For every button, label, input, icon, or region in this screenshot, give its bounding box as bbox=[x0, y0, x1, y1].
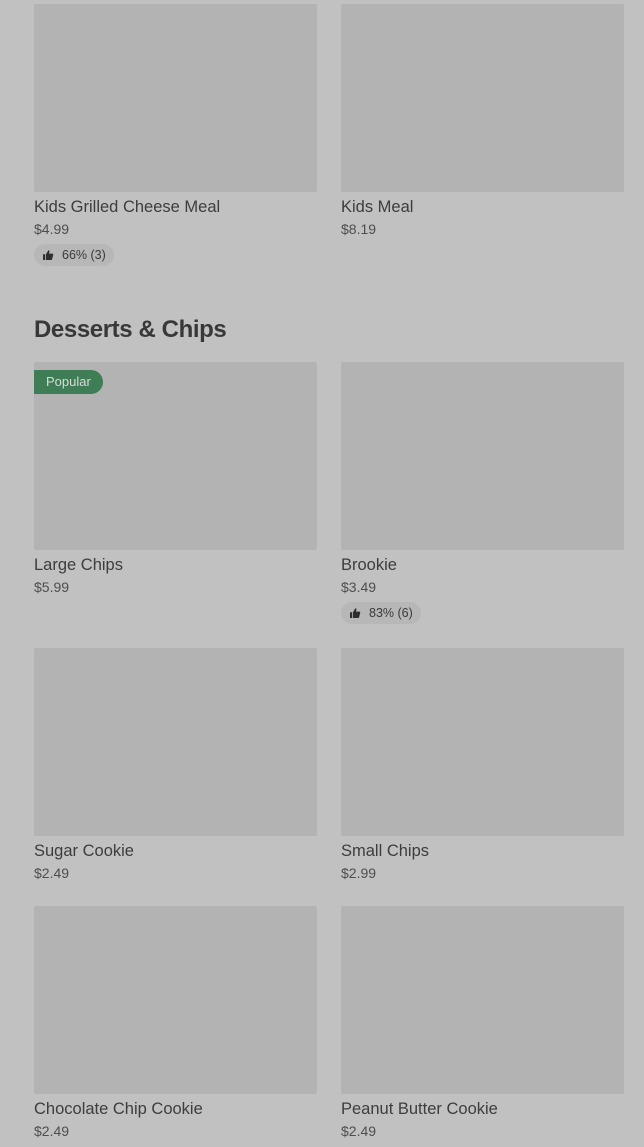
item-name: Kids Grilled Cheese Meal bbox=[34, 198, 221, 216]
rating-badge: 66% (3) bbox=[34, 244, 114, 266]
menu-item-sugar-cookie[interactable]: Sugar Cookie $2.49 bbox=[34, 648, 317, 882]
item-image bbox=[341, 648, 624, 836]
rating-text: 66% (3) bbox=[62, 248, 106, 262]
item-name: Sugar Cookie bbox=[34, 842, 134, 860]
menu-item-chocolate-chip-cookie[interactable]: Chocolate Chip Cookie $2.49 bbox=[34, 906, 317, 1140]
item-image bbox=[341, 4, 624, 192]
thumbs-up-icon bbox=[43, 250, 54, 260]
menu-item-kids-meal[interactable]: Kids Meal $8.19 bbox=[341, 4, 624, 238]
thumbs-up-icon bbox=[350, 608, 361, 618]
item-name: Brookie bbox=[341, 556, 397, 574]
item-price: $2.49 bbox=[34, 1123, 70, 1139]
item-image bbox=[341, 906, 624, 1094]
item-price: $3.49 bbox=[341, 579, 377, 595]
item-image bbox=[34, 906, 317, 1094]
item-price: $2.49 bbox=[34, 865, 70, 881]
rating-badge: 83% (6) bbox=[341, 602, 421, 624]
item-name: Large Chips bbox=[34, 556, 123, 574]
item-name: Kids Meal bbox=[341, 198, 414, 216]
item-price: $8.19 bbox=[341, 221, 377, 237]
item-name: Peanut Butter Cookie bbox=[341, 1100, 498, 1118]
menu-item-large-chips[interactable]: Popular Large Chips $5.99 bbox=[34, 362, 317, 596]
item-name: Small Chips bbox=[341, 842, 430, 860]
menu-item-kids-grilled-cheese-meal[interactable]: Kids Grilled Cheese Meal $4.99 66% (3) bbox=[34, 4, 317, 266]
menu-item-peanut-butter-cookie[interactable]: Peanut Butter Cookie $2.49 bbox=[341, 906, 624, 1140]
item-image bbox=[341, 362, 624, 550]
item-price: $5.99 bbox=[34, 579, 70, 595]
item-image: Popular bbox=[34, 362, 317, 550]
popular-badge: Popular bbox=[34, 370, 103, 394]
item-price: $2.99 bbox=[341, 865, 377, 881]
item-price: $4.99 bbox=[34, 221, 70, 237]
item-image bbox=[34, 4, 317, 192]
section-title: Desserts & Chips bbox=[34, 316, 227, 343]
item-image bbox=[34, 648, 317, 836]
rating-text: 83% (6) bbox=[369, 606, 413, 620]
item-price: $2.49 bbox=[341, 1123, 377, 1139]
item-name: Chocolate Chip Cookie bbox=[34, 1100, 203, 1118]
menu-item-brookie[interactable]: Brookie $3.49 83% (6) bbox=[341, 362, 624, 624]
menu-item-small-chips[interactable]: Small Chips $2.99 bbox=[341, 648, 624, 882]
